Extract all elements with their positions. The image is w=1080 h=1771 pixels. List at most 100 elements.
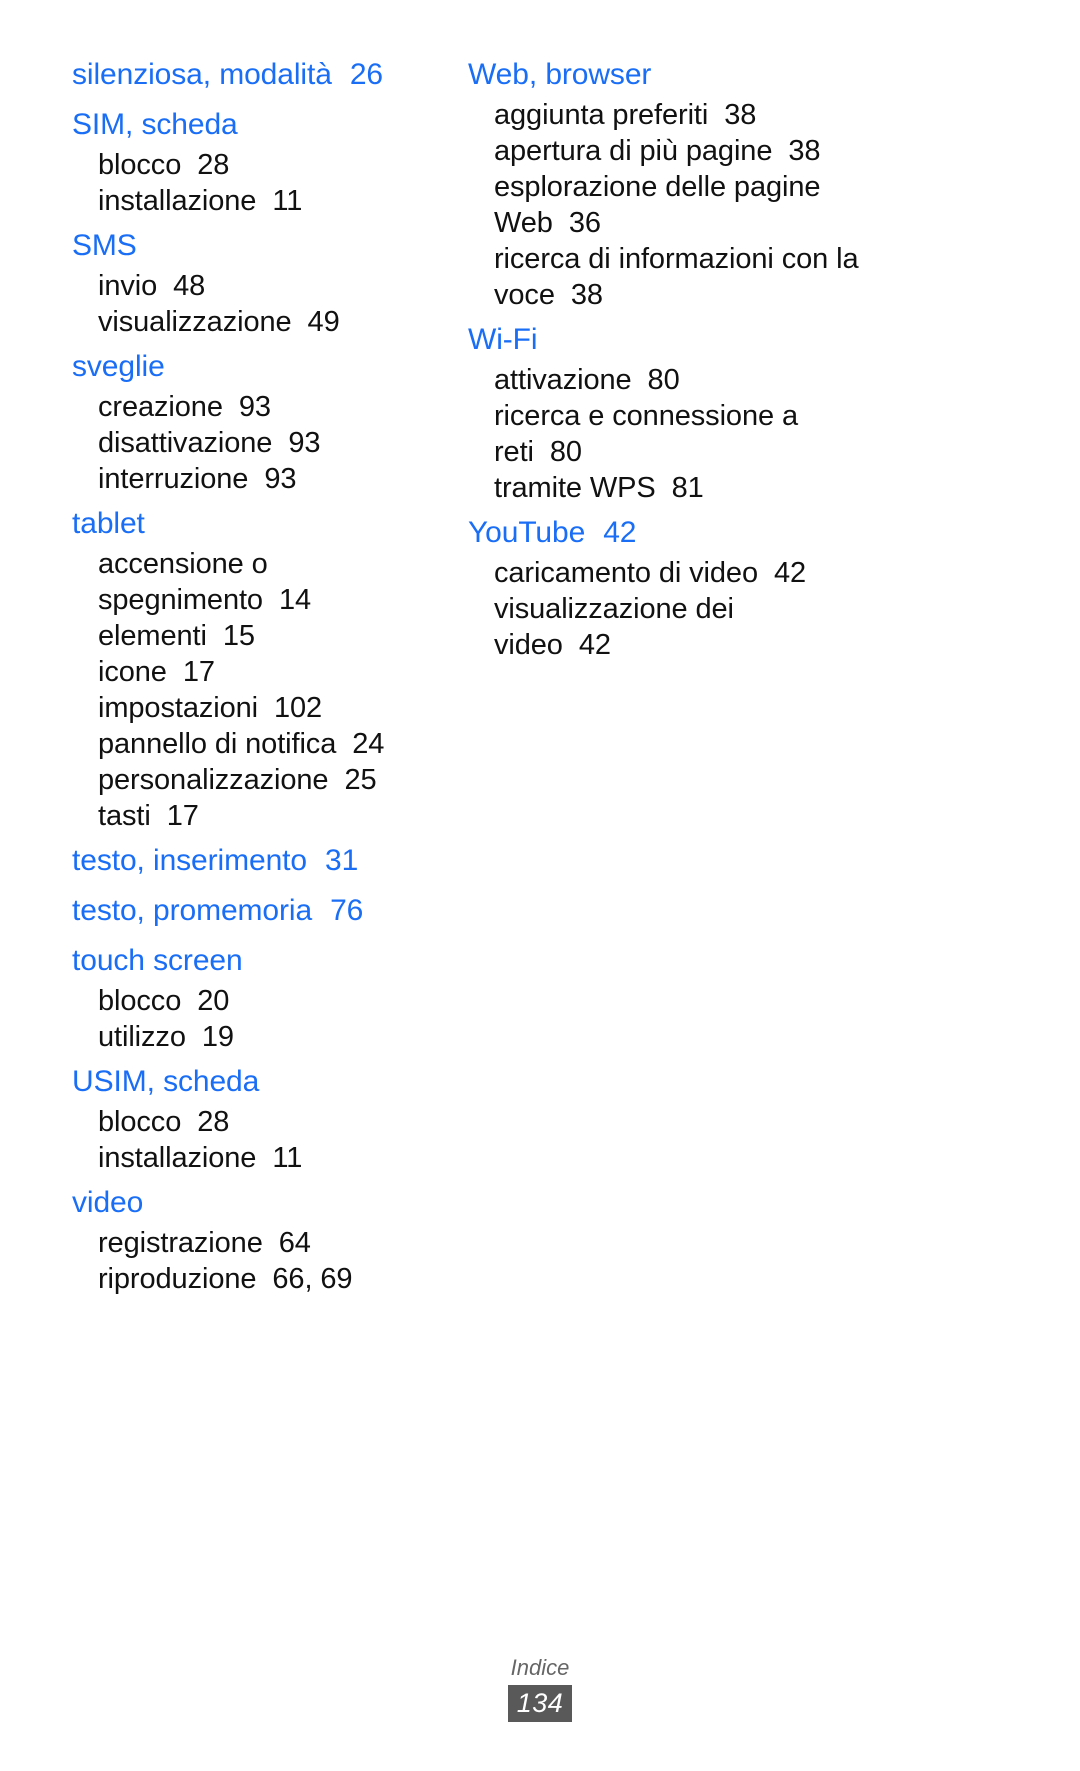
index-entry-heading[interactable]: sveglie [72,344,440,389]
index-entry-label: USIM, scheda [72,1065,260,1098]
index-group: touch screen blocco 20 utilizzo 19 [72,938,440,1055]
index-subentry-label: registrazione [98,1227,263,1259]
index-subentry[interactable]: creazione 93 [72,389,440,425]
index-entry-heading[interactable]: video [72,1180,440,1225]
index-subentry[interactable]: spegnimento 14 [72,582,440,618]
index-subentry-label: aggiunta preferiti [494,99,709,131]
index-subentry-label: blocco [98,149,182,181]
index-subentry[interactable]: video 42 [468,627,910,663]
index-subentry[interactable]: ricerca e connessione a [468,398,910,434]
index-subentry[interactable]: interruzione 93 [72,461,440,497]
index-group: Wi-Fi attivazione 80 ricerca e connessione … [468,317,910,506]
index-subentry-label: pannello di notifica [98,728,337,760]
index-subentry-label: voce [494,279,555,311]
index-entry-label: Web, browser [468,58,652,91]
index-subentry-page-number: 81 [671,472,704,504]
index-subentry[interactable]: invio 48 [72,268,440,304]
index-subentry-page-number: 38 [724,99,757,131]
index-subentry-page-number: 28 [197,149,230,181]
index-subentry[interactable]: pannello di notifica 24 [72,726,440,762]
index-entry-heading[interactable]: Wi-Fi [468,317,910,362]
index-entry-heading[interactable]: touch screen [72,938,440,983]
index-subentry-page-number: 93 [264,463,297,495]
index-entry-label: silenziosa, modalità [72,58,332,91]
index-entry-heading[interactable]: YouTube 42 [468,510,910,555]
index-subentry[interactable]: blocco 28 [72,147,440,183]
index-entry-heading[interactable]: testo, promemoria 76 [72,888,440,934]
index-subentry-page-number: 102 [274,692,323,724]
index-group: tablet accensione o spegnimento 14 elementi 1… [72,501,440,834]
index-subentry[interactable]: riproduzione 66, 69 [72,1261,440,1297]
index-subentry-label: reti [494,436,534,468]
index-subentry-label: installazione [98,185,257,217]
index-subentry-label: impostazioni [98,692,258,724]
index-subentry-page-number: 93 [288,427,321,459]
footer-section-label: Indice [510,1655,570,1680]
index-entry-heading[interactable]: silenziosa, modalità 26 [72,52,440,98]
page-footer: Indice 134 [0,1655,1080,1722]
index-entry-label: SIM, scheda [72,108,238,141]
index-entry-heading[interactable]: Web, browser [468,52,910,97]
index-subentry[interactable]: impostazioni 102 [72,690,440,726]
index-subentry[interactable]: apertura di più pagine 38 [468,133,910,169]
index-column-right: Web, browser aggiunta preferiti 38 apertura… [440,52,910,663]
index-subentry-label: riproduzione [98,1263,257,1295]
index-subentry[interactable]: ricerca di informazioni con la [468,241,910,277]
index-subentry[interactable]: icone 17 [72,654,440,690]
index-subentry[interactable]: blocco 20 [72,983,440,1019]
index-subentry[interactable]: utilizzo 19 [72,1019,440,1055]
index-group: YouTube 42 caricamento di video 42 visualizz… [468,510,910,663]
index-entry-heading[interactable]: testo, inserimento 31 [72,838,440,884]
index-entry-heading[interactable]: SIM, scheda [72,102,440,147]
index-entry-heading[interactable]: USIM, scheda [72,1059,440,1104]
index-subentry-label: interruzione [98,463,249,495]
index-group: Web, browser aggiunta preferiti 38 apertura… [468,52,910,313]
index-subentry-label: visualizzazione [98,306,292,338]
index-subentry[interactable]: personalizzazione 25 [72,762,440,798]
index-subentry-page-number: 11 [272,1142,303,1174]
index-subentry[interactable]: tramite WPS 81 [468,470,910,506]
index-entry-page-number: 26 [349,58,383,91]
index-entry-heading[interactable]: SMS [72,223,440,268]
index-group: USIM, scheda blocco 28 installazione 11 [72,1059,440,1176]
index-subentry-page-number: 20 [197,985,230,1017]
index-subentry[interactable]: attivazione 80 [468,362,910,398]
index-subentry-page-number: 38 [788,135,821,167]
index-subentry[interactable]: installazione 11 [72,183,440,219]
index-subentry[interactable]: aggiunta preferiti 38 [468,97,910,133]
index-entry-heading[interactable]: tablet [72,501,440,546]
index-entry-label: video [72,1186,144,1219]
index-subentry[interactable]: caricamento di video 42 [468,555,910,591]
index-entry-label: Wi-Fi [468,323,538,356]
index-entry-label: SMS [72,229,137,262]
index-subentry-label: visualizzazione dei [494,593,734,625]
index-subentry[interactable]: registrazione 64 [72,1225,440,1261]
index-subentry[interactable]: esplorazione delle pagine [468,169,910,205]
index-subentry[interactable]: Web 36 [468,205,910,241]
index-subentry[interactable]: voce 38 [468,277,910,313]
index-subentry-page-number: 93 [238,391,271,423]
index-subentry-label: blocco [98,1106,182,1138]
index-subentry[interactable]: disattivazione 93 [72,425,440,461]
index-subentry-page-number: 17 [182,656,215,688]
index-page: silenziosa, modalità 26 SIM, scheda blocco 2… [0,0,1080,1771]
index-subentry-label: accensione o [98,548,268,580]
index-subentry[interactable]: installazione 11 [72,1140,440,1176]
index-subentry[interactable]: visualizzazione dei [468,591,910,627]
index-subentry-label: video [494,629,563,661]
index-group: SMS invio 48 visualizzazione 49 [72,223,440,340]
index-group: SIM, scheda blocco 28 installazione 11 [72,102,440,219]
index-subentry[interactable]: blocco 28 [72,1104,440,1140]
index-subentry-label: tasti [98,800,151,832]
index-subentry-page-number: 19 [201,1021,234,1053]
index-column-left: silenziosa, modalità 26 SIM, scheda blocco 2… [0,52,440,1297]
index-entry-label: testo, promemoria [72,894,313,927]
index-subentry[interactable]: tasti 17 [72,798,440,834]
index-subentry[interactable]: elementi 15 [72,618,440,654]
index-subentry-page-number: 42 [578,629,611,661]
index-subentry[interactable]: accensione o [72,546,440,582]
index-subentry[interactable]: visualizzazione 49 [72,304,440,340]
index-subentry[interactable]: reti 80 [468,434,910,470]
index-subentry-label: ricerca di informazioni con la [494,243,859,275]
index-subentry-page-number: 49 [307,306,340,338]
